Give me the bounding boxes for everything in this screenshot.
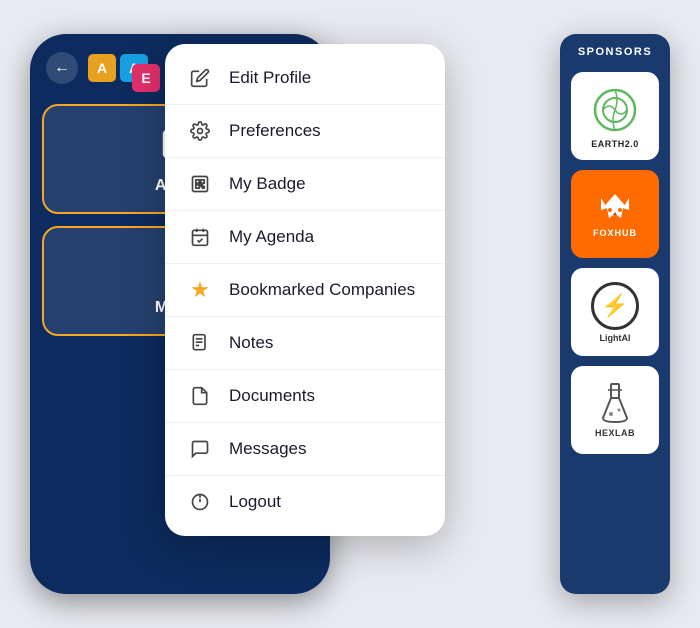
hexlab-name: HEXLAB <box>595 428 635 438</box>
messages-label: Messages <box>229 439 306 459</box>
documents-label: Documents <box>229 386 315 406</box>
menu-item-preferences[interactable]: Preferences <box>165 105 445 158</box>
lightai-circle: ⚡ <box>591 282 639 330</box>
dropdown-menu: Edit Profile Preferences <box>165 44 445 536</box>
bookmarked-companies-label: Bookmarked Companies <box>229 280 415 300</box>
menu-item-my-badge[interactable]: My Badge <box>165 158 445 211</box>
app-wrapper: ← A A E 22 C <box>10 14 690 614</box>
preferences-label: Preferences <box>229 121 321 141</box>
sponsor-earth2[interactable]: EARTH2.0 <box>571 72 659 160</box>
menu-item-bookmarked-companies[interactable]: ★ Bookmarked Companies <box>165 264 445 317</box>
my-agenda-icon <box>187 224 213 250</box>
messages-icon <box>187 436 213 462</box>
menu-item-messages[interactable]: Messages <box>165 423 445 476</box>
logout-label: Logout <box>229 492 281 512</box>
my-agenda-label: My Agenda <box>229 227 314 247</box>
my-badge-icon <box>187 171 213 197</box>
menu-item-my-agenda[interactable]: My Agenda <box>165 211 445 264</box>
sponsors-title: SPONSORS <box>578 46 652 58</box>
lightai-name: LightAI <box>600 333 631 343</box>
earth-logo: EARTH2.0 <box>589 84 641 149</box>
earth-name: EARTH2.0 <box>591 139 639 149</box>
foxhub-name: FOXHUB <box>593 228 637 238</box>
sponsor-lightai[interactable]: ⚡ LightAI <box>571 268 659 356</box>
sponsors-panel: SPONSORS EARTH2.0 <box>560 34 670 594</box>
bolt-icon: ⚡ <box>601 293 628 319</box>
menu-item-documents[interactable]: Documents <box>165 370 445 423</box>
foxhub-content: FOXHUB <box>593 190 637 238</box>
back-button[interactable]: ← <box>46 52 78 84</box>
logout-icon <box>187 489 213 515</box>
sponsor-foxhub[interactable]: FOXHUB <box>571 170 659 258</box>
my-badge-label: My Badge <box>229 174 306 194</box>
menu-item-edit-profile[interactable]: Edit Profile <box>165 52 445 105</box>
menu-item-logout[interactable]: Logout <box>165 476 445 528</box>
sponsor-hexlab[interactable]: HEXLAB <box>571 366 659 454</box>
hexlab-content: HEXLAB <box>595 382 635 438</box>
edit-profile-icon <box>187 65 213 91</box>
notes-icon <box>187 330 213 356</box>
logo-a1: A <box>88 54 116 82</box>
edit-profile-label: Edit Profile <box>229 68 311 88</box>
notes-label: Notes <box>229 333 273 353</box>
preferences-icon <box>187 118 213 144</box>
star-icon: ★ <box>187 277 213 303</box>
logo-e: E <box>132 64 160 92</box>
menu-item-notes[interactable]: Notes <box>165 317 445 370</box>
lightai-content: ⚡ LightAI <box>591 282 639 343</box>
documents-icon <box>187 383 213 409</box>
